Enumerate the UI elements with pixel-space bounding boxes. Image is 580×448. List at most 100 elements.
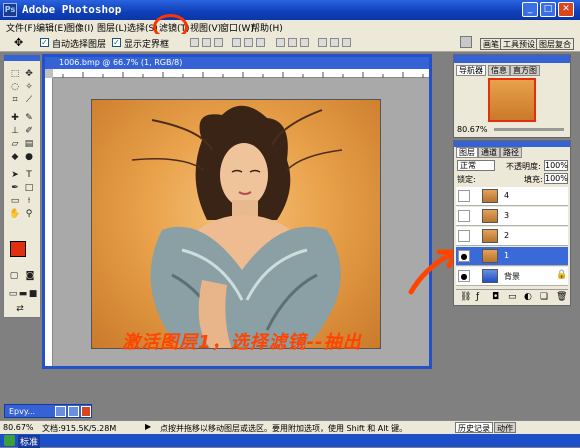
menu-file[interactable]: 文件(F) [6, 21, 36, 34]
file-browser-icon[interactable] [460, 36, 472, 48]
visibility-toggle-icon[interactable] [458, 230, 470, 242]
tab-channels[interactable]: 通道 [478, 147, 500, 158]
distribute-middle-icon[interactable] [288, 38, 297, 47]
distribute-top-icon[interactable] [276, 38, 285, 47]
status-zoom[interactable]: 80.67% [3, 423, 34, 432]
taskbar-label[interactable]: 标准 [18, 435, 41, 448]
notes-tool-icon[interactable]: ▭ [9, 196, 21, 207]
tab-info[interactable]: 信息 [488, 65, 510, 76]
move-tool-icon[interactable]: ✥ [14, 36, 23, 49]
maximize-button[interactable]: □ [540, 2, 556, 17]
foreground-color-swatch[interactable] [10, 241, 26, 257]
adjustment-layer-icon[interactable]: ◐ [524, 292, 532, 302]
layer-row[interactable]: 3 [456, 207, 568, 226]
new-layer-icon[interactable]: ❏ [540, 292, 548, 302]
menu-image[interactable]: 图像(I) [66, 21, 94, 34]
opacity-field[interactable]: 100% [544, 160, 568, 171]
palette-tab-brushes[interactable]: 画笔 [480, 38, 502, 50]
layer-style-icon[interactable]: ƒ [476, 292, 479, 302]
dodge-tool-icon[interactable]: ● [23, 152, 35, 163]
layer-row[interactable]: ● 背景 🔒 [456, 267, 568, 286]
slice-tool-icon[interactable]: ⟋ [23, 95, 35, 106]
eye-icon[interactable]: ● [458, 270, 470, 282]
magic-wand-icon[interactable]: ✧ [23, 82, 35, 93]
eraser-tool-icon[interactable]: ▱ [9, 139, 21, 150]
menu-window[interactable]: 窗口(W) [220, 21, 254, 34]
shape-tool-icon[interactable]: □ [23, 183, 35, 194]
pen-tool-icon[interactable]: ✒ [9, 183, 21, 194]
quick-mask-icon[interactable]: ◙ [24, 271, 36, 282]
screen-mode-3-icon[interactable]: ■ [27, 289, 39, 300]
tab-navigator[interactable]: 导航器 [456, 65, 486, 76]
horizontal-ruler[interactable] [53, 69, 429, 78]
restore-icon[interactable] [55, 406, 66, 417]
blur-tool-icon[interactable]: ◆ [9, 152, 21, 163]
minimized-window[interactable]: Epvy... [4, 404, 92, 418]
status-doc-size[interactable]: 文档:915.5K/5.28M [42, 423, 116, 434]
canvas-area[interactable] [53, 78, 429, 366]
align-center-icon[interactable] [244, 38, 253, 47]
mask-icon[interactable]: ◘ [492, 292, 499, 302]
start-icon[interactable] [4, 435, 15, 446]
distribute-right-icon[interactable] [342, 38, 351, 47]
layer-row-selected[interactable]: ● 1 [456, 247, 568, 266]
vertical-ruler[interactable] [45, 78, 53, 366]
move-tool-icon[interactable]: ✥ [23, 69, 35, 80]
brush-tool-icon[interactable]: ✎ [23, 113, 35, 124]
auto-select-checkbox[interactable]: ✓ [40, 38, 49, 47]
visibility-toggle-icon[interactable] [458, 210, 470, 222]
visibility-toggle-icon[interactable] [458, 190, 470, 202]
tab-history[interactable]: 历史记录 [455, 422, 493, 433]
navigator-thumbnail[interactable] [488, 78, 536, 122]
show-bounds-checkbox[interactable]: ✓ [112, 38, 121, 47]
path-select-icon[interactable]: ➤ [9, 170, 21, 181]
trash-icon[interactable]: 🗑 [556, 292, 567, 302]
distribute-center-icon[interactable] [330, 38, 339, 47]
history-brush-icon[interactable]: ✐ [23, 126, 35, 137]
tab-layers[interactable]: 图层 [456, 147, 478, 158]
zoom-tool-icon[interactable]: ⚲ [23, 209, 35, 220]
eye-icon[interactable]: ● [458, 250, 470, 262]
tab-paths[interactable]: 路径 [500, 147, 522, 158]
photo-canvas[interactable] [91, 99, 381, 349]
close-icon[interactable] [81, 406, 91, 417]
align-bottom-icon[interactable] [214, 38, 223, 47]
navigator-zoom-slider[interactable] [494, 128, 564, 131]
close-button[interactable]: ✕ [558, 2, 574, 17]
status-arrow-icon[interactable]: ▶ [145, 422, 151, 431]
crop-tool-icon[interactable]: ⌗ [9, 95, 21, 106]
clone-stamp-icon[interactable]: ⊥ [9, 126, 21, 137]
palette-tab-tool-presets[interactable]: 工具预设 [500, 38, 538, 50]
hand-tool-icon[interactable]: ✋ [9, 209, 21, 220]
maximize-icon[interactable] [68, 406, 79, 417]
link-icon[interactable]: ⛓ [460, 292, 471, 302]
fill-field[interactable]: 100% [544, 173, 568, 184]
toolbox-grip[interactable] [4, 55, 40, 61]
distribute-bottom-icon[interactable] [300, 38, 309, 47]
marquee-tool-icon[interactable]: ⬚ [9, 69, 21, 80]
standard-mode-icon[interactable]: ▢ [8, 271, 20, 282]
type-tool-icon[interactable]: T [23, 170, 35, 181]
blend-mode-select[interactable]: 正常 [457, 160, 495, 171]
lasso-tool-icon[interactable]: ◌ [9, 82, 21, 93]
distribute-left-icon[interactable] [318, 38, 327, 47]
navigator-zoom[interactable]: 80.67% [457, 125, 488, 134]
navigator-titlebar[interactable] [454, 55, 570, 63]
tab-actions[interactable]: 动作 [494, 422, 516, 433]
eyedropper-icon[interactable]: ⟊ [23, 196, 35, 207]
menu-help[interactable]: 帮助(H) [251, 21, 283, 34]
align-top-icon[interactable] [190, 38, 199, 47]
palette-tab-layer-comps[interactable]: 图层复合 [536, 38, 574, 50]
align-left-icon[interactable] [232, 38, 241, 47]
align-middle-icon[interactable] [202, 38, 211, 47]
minimize-button[interactable]: _ [522, 2, 538, 17]
menu-edit[interactable]: 编辑(E) [36, 21, 67, 34]
layer-row[interactable]: 4 [456, 187, 568, 206]
healing-brush-icon[interactable]: ✚ [9, 113, 21, 124]
layer-row[interactable]: 2 [456, 227, 568, 246]
align-right-icon[interactable] [256, 38, 265, 47]
menu-view[interactable]: 视图(V) [190, 21, 221, 34]
document-title[interactable]: 1006.bmp @ 66.7% (1, RGB/8) [45, 57, 429, 69]
gradient-tool-icon[interactable]: ▤ [23, 139, 35, 150]
tab-histogram[interactable]: 直方图 [510, 65, 540, 76]
